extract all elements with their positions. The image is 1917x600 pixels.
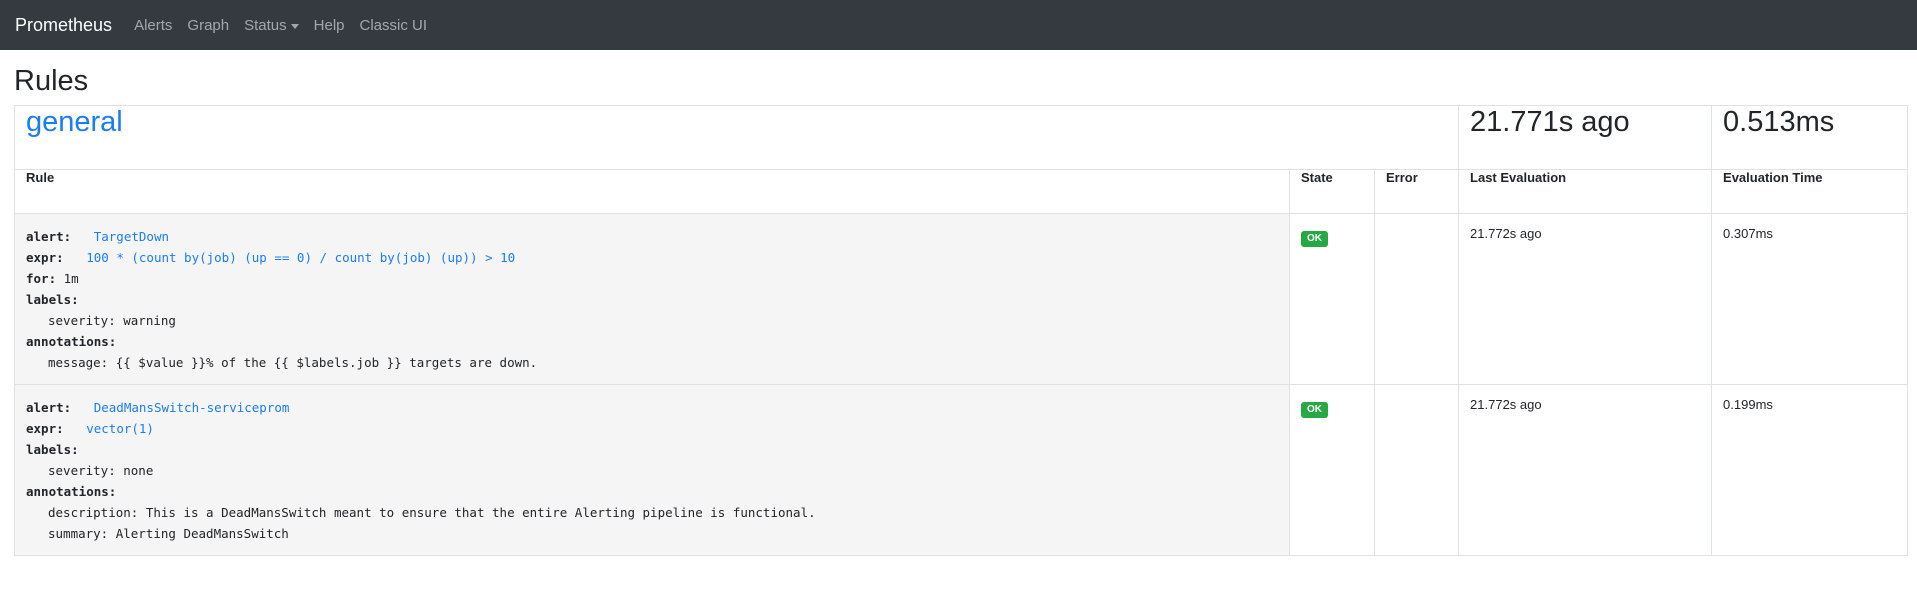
error-cell — [1373, 212, 1460, 385]
nav-status-dropdown[interactable]: Status — [244, 17, 299, 34]
state-cell: OK — [1289, 383, 1375, 556]
navbar: Prometheus Alerts Graph Status Help Clas… — [0, 0, 1917, 50]
main-container: Rules general 21.771s ago 0.513ms Rule S… — [0, 64, 1917, 556]
column-header-row: Rule State Error Last Evaluation Evaluat… — [14, 168, 1909, 214]
last-evaluation-cell: 21.772s ago — [1458, 383, 1713, 556]
expr-link[interactable]: 100 * (count by(job) (up == 0) / count b… — [86, 250, 515, 265]
state-cell: OK — [1289, 212, 1375, 385]
expr-key: expr: — [26, 249, 64, 265]
annotation-line: description: This is a DeadMansSwitch me… — [48, 504, 816, 520]
group-name-cell: general — [13, 104, 1460, 170]
nav-help[interactable]: Help — [314, 17, 345, 34]
labels-key: labels: — [26, 291, 79, 307]
group-name-link[interactable]: general — [26, 106, 123, 138]
rule-definition: alert: DeadMansSwitch-serviceprom expr: v… — [26, 397, 1279, 544]
column-header-state: State — [1289, 168, 1375, 214]
alert-key: alert: — [26, 228, 72, 244]
table-row: alert: DeadMansSwitch-serviceprom expr: v… — [14, 383, 1909, 556]
rule-definition-cell: alert: DeadMansSwitch-serviceprom expr: v… — [14, 383, 1290, 556]
error-cell — [1373, 383, 1460, 556]
annotation-line: summary: Alerting DeadMansSwitch — [48, 525, 289, 541]
column-header-error: Error — [1373, 168, 1460, 214]
nav-classic-ui[interactable]: Classic UI — [360, 17, 428, 34]
status-badge: OK — [1301, 230, 1328, 247]
brand-link[interactable]: Prometheus — [15, 15, 112, 36]
column-header-rule: Rule — [14, 168, 1290, 214]
group-evaluation-time-cell: 0.513ms — [1711, 104, 1909, 170]
last-evaluation-cell: 21.772s ago — [1458, 212, 1713, 385]
for-value: 1m — [63, 270, 79, 286]
group-header-row: general 21.771s ago 0.513ms — [13, 104, 1909, 170]
group-evaluation-time: 0.513ms — [1723, 105, 1835, 138]
nav-graph[interactable]: Graph — [187, 17, 229, 34]
alert-name-link[interactable]: DeadMansSwitch-serviceprom — [94, 400, 290, 415]
expr-link[interactable]: vector(1) — [86, 421, 154, 436]
nav-alerts[interactable]: Alerts — [134, 17, 172, 34]
rule-definition-cell: alert: TargetDown expr: 100 * (count by(j… — [14, 212, 1290, 385]
annotations-key: annotations: — [26, 483, 117, 499]
page-title: Rules — [14, 65, 89, 97]
nav-status-label: Status — [244, 16, 287, 34]
evaluation-time-cell: 0.199ms — [1711, 383, 1909, 556]
group-last-evaluation: 21.771s ago — [1470, 105, 1630, 138]
group-last-evaluation-cell: 21.771s ago — [1458, 104, 1713, 170]
evaluation-time-cell: 0.307ms — [1711, 212, 1909, 385]
column-header-evaluation-time: Evaluation Time — [1711, 168, 1909, 214]
alert-key: alert: — [26, 399, 72, 415]
labels-key: labels: — [26, 441, 79, 457]
rule-definition: alert: TargetDown expr: 100 * (count by(j… — [26, 226, 1279, 373]
alert-name-link[interactable]: TargetDown — [94, 229, 169, 244]
table-row: alert: TargetDown expr: 100 * (count by(j… — [14, 212, 1909, 385]
rules-table: general 21.771s ago 0.513ms Rule State E… — [13, 104, 1909, 556]
chevron-down-icon — [290, 23, 299, 29]
column-header-last-evaluation: Last Evaluation — [1458, 168, 1713, 214]
label-line: severity: none — [48, 462, 154, 478]
expr-key: expr: — [26, 420, 64, 436]
annotation-line: message: {{ $value }}% of the {{ $labels… — [48, 354, 538, 370]
for-key: for: — [26, 270, 57, 286]
label-line: severity: warning — [48, 312, 176, 328]
annotations-key: annotations: — [26, 333, 117, 349]
status-badge: OK — [1301, 401, 1328, 418]
